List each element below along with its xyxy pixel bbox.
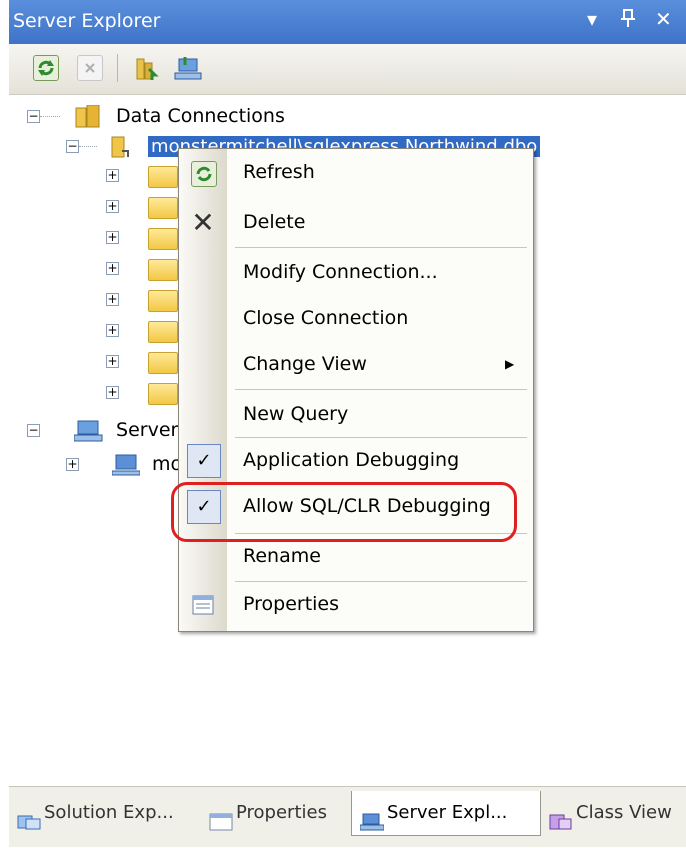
folder-icon[interactable] (148, 259, 178, 281)
tab-solution-explorer[interactable]: Solution Exp... (17, 791, 207, 835)
delete-x-icon: ✕ (191, 206, 215, 239)
expand-machine-icon[interactable]: + (66, 458, 79, 471)
folder-icon[interactable] (148, 228, 178, 250)
annotation-highlight (171, 482, 517, 542)
expand-folder-icon[interactable]: + (106, 355, 119, 368)
menu-item-properties[interactable]: Properties (179, 583, 533, 627)
folder-icon[interactable] (148, 290, 178, 312)
servers-label: Server (116, 419, 179, 441)
auto-hide-pin-icon[interactable] (621, 8, 635, 32)
expand-folder-icon[interactable]: + (106, 386, 119, 399)
tree-node-data-connections[interactable]: Data Connections (74, 102, 285, 130)
tab-properties[interactable]: Properties (209, 791, 351, 835)
folder-icon[interactable] (148, 166, 178, 188)
server-explorer-icon (359, 804, 385, 831)
tab-label: Class View (576, 802, 672, 823)
expand-folder-icon[interactable]: + (106, 169, 119, 182)
menu-label-application-debugging: Application Debugging (243, 449, 460, 471)
menu-item-delete[interactable]: ✕ Delete (179, 201, 533, 245)
collapse-data-connections-icon[interactable]: − (27, 110, 40, 123)
menu-label-rename: Rename (243, 545, 321, 567)
tree-node-machine[interactable]: mo (111, 450, 182, 478)
tab-label: Properties (236, 802, 327, 823)
menu-label-new-query: New Query (243, 403, 349, 425)
tree-connector (79, 146, 97, 148)
close-icon[interactable]: ✕ (655, 8, 672, 30)
refresh-icon (191, 161, 217, 187)
context-menu: Refresh ✕ Delete Modify Connection... Cl… (178, 148, 534, 632)
expand-folder-icon[interactable]: + (106, 231, 119, 244)
tree-node-servers[interactable]: Server (73, 416, 179, 444)
computer-icon (111, 454, 141, 475)
folder-icon[interactable] (148, 383, 178, 405)
title-bar: Server Explorer ▾ ✕ (9, 0, 686, 44)
check-icon: ✓ (187, 444, 221, 478)
window-title: Server Explorer (13, 10, 161, 32)
stop-icon[interactable] (77, 55, 103, 81)
expand-folder-icon[interactable]: + (106, 324, 119, 337)
properties-icon (191, 593, 215, 617)
menu-label-close-connection: Close Connection (243, 307, 409, 329)
expand-folder-icon[interactable]: + (106, 200, 119, 213)
window-position-dropdown-icon[interactable]: ▾ (587, 8, 597, 30)
tree-connector (40, 116, 60, 118)
solution-explorer-icon (17, 804, 41, 830)
submenu-arrow-icon: ▶ (505, 357, 515, 371)
menu-label-delete: Delete (243, 211, 306, 233)
toolbar-separator (117, 54, 118, 82)
menu-item-application-debugging[interactable]: ✓ Application Debugging (179, 439, 533, 483)
folder-icon[interactable] (148, 352, 178, 374)
connect-to-server-icon[interactable] (173, 55, 202, 80)
toolbar (9, 44, 686, 95)
menu-item-new-query[interactable]: New Query (179, 393, 533, 437)
menu-item-modify-connection[interactable]: Modify Connection... (179, 251, 533, 295)
refresh-icon[interactable] (33, 55, 59, 81)
collapse-connection-icon[interactable]: − (66, 140, 79, 153)
folder-icon[interactable] (148, 321, 178, 343)
connect-to-database-icon[interactable] (133, 55, 159, 80)
menu-separator (235, 247, 527, 248)
menu-label-properties: Properties (243, 593, 340, 615)
tab-class-view[interactable]: Class View (549, 791, 685, 835)
properties-icon (209, 804, 233, 831)
menu-label-change-view: Change View (243, 353, 367, 375)
menu-item-close-connection[interactable]: Close Connection (179, 297, 533, 341)
tab-label: Solution Exp... (44, 802, 174, 823)
menu-separator (235, 437, 527, 438)
data-connections-icon (75, 104, 100, 127)
menu-separator (235, 581, 527, 582)
class-view-icon (549, 804, 573, 830)
expand-folder-icon[interactable]: + (106, 293, 119, 306)
servers-icon (73, 420, 103, 441)
menu-label-refresh: Refresh (243, 161, 315, 183)
tab-server-explorer[interactable]: Server Expl... (351, 791, 541, 836)
data-connections-label: Data Connections (116, 105, 285, 127)
collapse-servers-icon[interactable]: − (27, 424, 40, 437)
menu-item-refresh[interactable]: Refresh (179, 151, 533, 195)
tab-strip: Solution Exp... Properties Server Expl..… (9, 786, 686, 847)
menu-item-change-view[interactable]: Change View ▶ (179, 343, 533, 387)
folder-icon[interactable] (148, 197, 178, 219)
expand-folder-icon[interactable]: + (106, 262, 119, 275)
menu-separator (235, 389, 527, 390)
database-connection-icon (111, 136, 129, 157)
menu-label-modify-connection: Modify Connection... (243, 261, 438, 283)
tab-label: Server Expl... (387, 802, 508, 823)
